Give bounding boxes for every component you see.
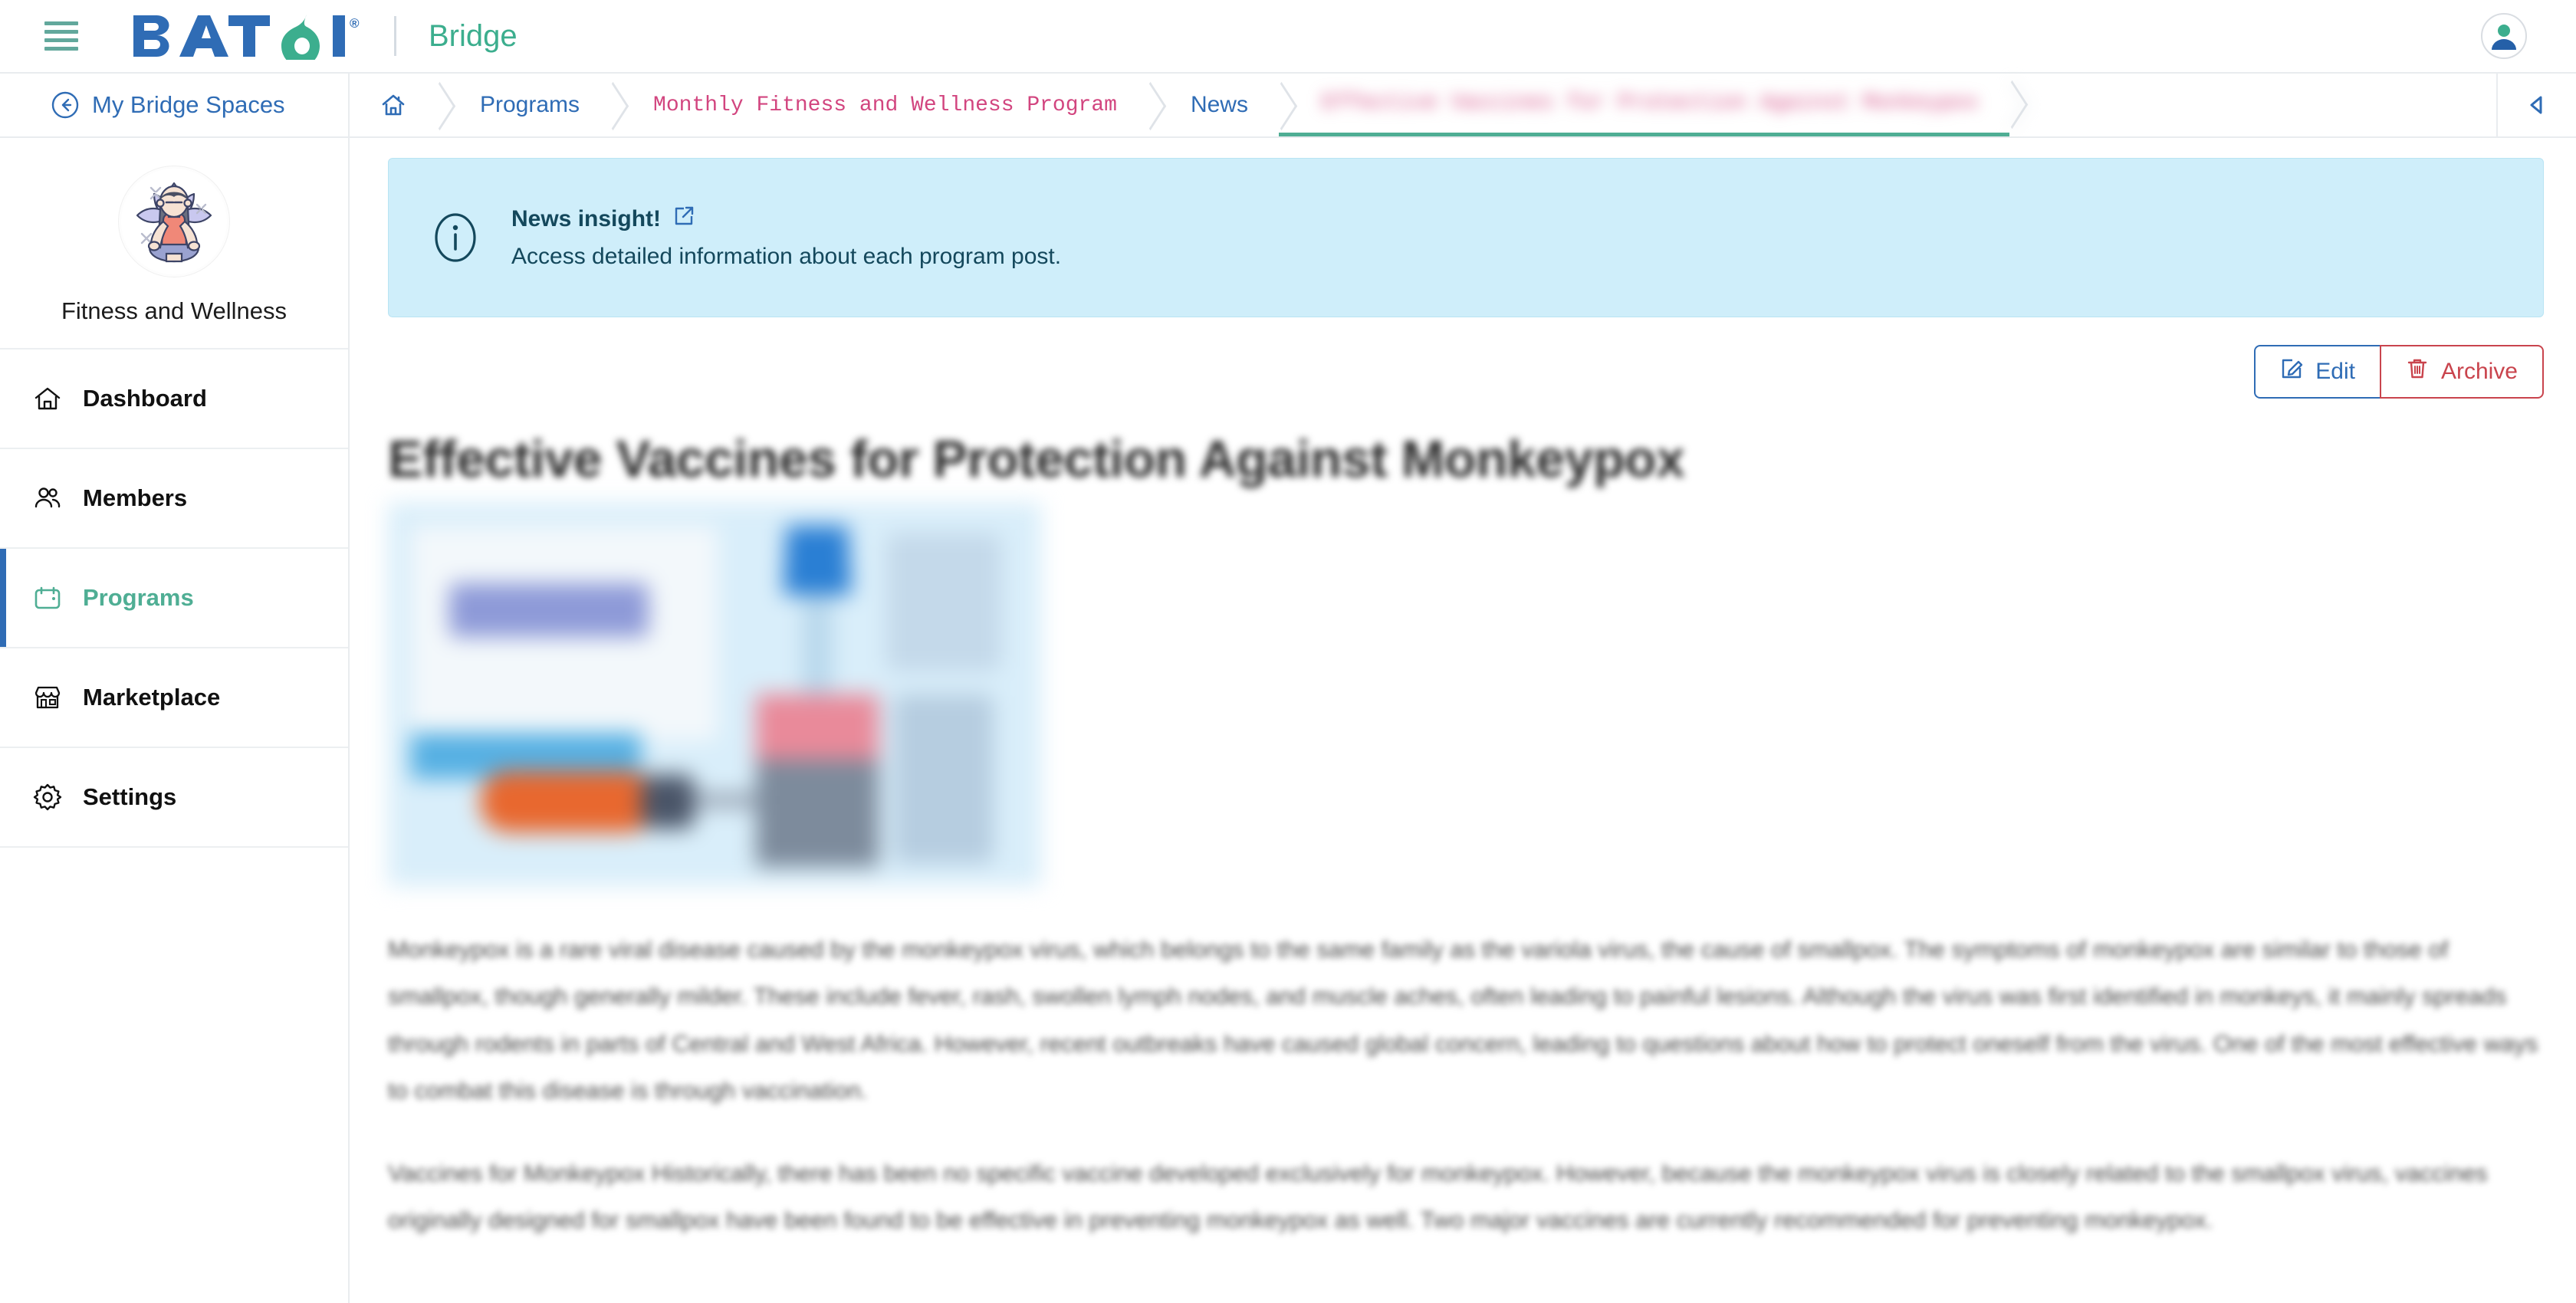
batoi-logo[interactable]: ® — [132, 12, 362, 60]
archive-button-label: Archive — [2440, 359, 2518, 384]
sidebar-item-marketplace[interactable]: Marketplace — [0, 648, 348, 748]
vaccine-photo-content — [388, 503, 1041, 886]
home-icon — [382, 94, 405, 116]
edit-button[interactable]: Edit — [2254, 345, 2380, 399]
breadcrumb: Programs Monthly Fitness and Wellness Pr… — [350, 74, 2496, 136]
breadcrumb-item-program-name[interactable]: Monthly Fitness and Wellness Program — [610, 74, 1148, 136]
article-image — [388, 503, 1041, 886]
svg-text:®: ® — [350, 16, 360, 31]
yoga-meditation-avatar — [121, 169, 227, 274]
news-insight-alert: News insight! Access detailed informatio… — [388, 158, 2544, 317]
home-icon — [32, 383, 63, 414]
back-to-spaces-label: My Bridge Spaces — [92, 91, 285, 118]
edit-button-label: Edit — [2315, 359, 2355, 384]
main-content: News insight! Access detailed informatio… — [351, 138, 2576, 1303]
alert-text: Access detailed information about each p… — [511, 244, 1062, 269]
breadcrumb-item-programs[interactable]: Programs — [437, 74, 610, 136]
sidebar: Fitness and Wellness Dashboard Members P… — [0, 138, 350, 1303]
sidebar-item-label: Members — [83, 484, 188, 511]
space-name: Fitness and Wellness — [61, 297, 288, 324]
gear-icon — [32, 782, 63, 812]
breadcrumb-filler — [2009, 74, 2496, 136]
product-name: Bridge — [429, 18, 518, 53]
breadcrumb-item-current[interactable]: Effective Vaccines for Protection Agains… — [1278, 74, 2009, 136]
space-avatar — [118, 166, 230, 277]
sidebar-item-label: Marketplace — [83, 684, 221, 711]
alert-title-row: News insight! — [511, 205, 1061, 233]
avatar[interactable] — [2481, 13, 2527, 59]
top-bar: ® Bridge — [0, 0, 2576, 74]
alert-title: News insight! — [511, 206, 662, 231]
back-to-spaces-button[interactable]: My Bridge Spaces — [0, 74, 350, 136]
sidebar-item-settings[interactable]: Settings — [0, 748, 348, 848]
arrow-left-circle-icon — [51, 91, 79, 119]
batoi-logo-mark: ® — [133, 14, 360, 60]
breadcrumb-item-home[interactable] — [350, 74, 437, 136]
sidebar-item-label: Settings — [83, 783, 177, 810]
archive-button[interactable]: Archive — [2379, 345, 2544, 399]
sidebar-item-label: Dashboard — [83, 385, 207, 412]
breadcrumb-item-news[interactable]: News — [1148, 74, 1279, 136]
storefront-icon — [32, 682, 63, 713]
hamburger-icon[interactable] — [44, 21, 78, 51]
alert-body: News insight! Access detailed informatio… — [511, 205, 1061, 270]
pencil-square-icon — [2280, 357, 2303, 386]
sidebar-item-label: Programs — [83, 584, 194, 611]
sidebar-item-programs[interactable]: Programs — [0, 549, 348, 648]
brand-divider — [394, 16, 396, 56]
article-actions: Edit Archive — [351, 345, 2544, 399]
trash-icon — [2406, 357, 2429, 386]
action-button-group: Edit Archive — [2254, 345, 2544, 399]
article: Effective Vaccines for Protection Agains… — [351, 429, 2576, 1243]
user-avatar-icon — [2492, 25, 2516, 50]
page-title: Effective Vaccines for Protection Agains… — [388, 430, 1685, 488]
breadcrumb-collapse-button[interactable] — [2496, 74, 2576, 136]
space-card[interactable]: Fitness and Wellness — [0, 138, 348, 350]
sidebar-item-dashboard[interactable]: Dashboard — [0, 350, 348, 449]
users-icon — [32, 483, 63, 514]
article-paragraph: Vaccines for Monkeypox Historically, the… — [388, 1159, 2488, 1233]
article-paragraph: Monkeypox is a rare viral disease caused… — [388, 936, 2538, 1104]
info-circle-icon — [429, 211, 482, 264]
breadcrumb-bar: My Bridge Spaces Programs Monthly Fitnes… — [0, 74, 2576, 138]
breadcrumb-item-current-label: Effective Vaccines for Protection Agains… — [1279, 91, 2009, 115]
article-body: Monkeypox is a rare viral disease caused… — [388, 926, 2544, 1243]
caret-left-icon — [2530, 96, 2542, 114]
sidebar-item-members[interactable]: Members — [0, 449, 348, 549]
external-link-icon[interactable] — [673, 205, 695, 233]
calendar-icon — [32, 583, 63, 613]
